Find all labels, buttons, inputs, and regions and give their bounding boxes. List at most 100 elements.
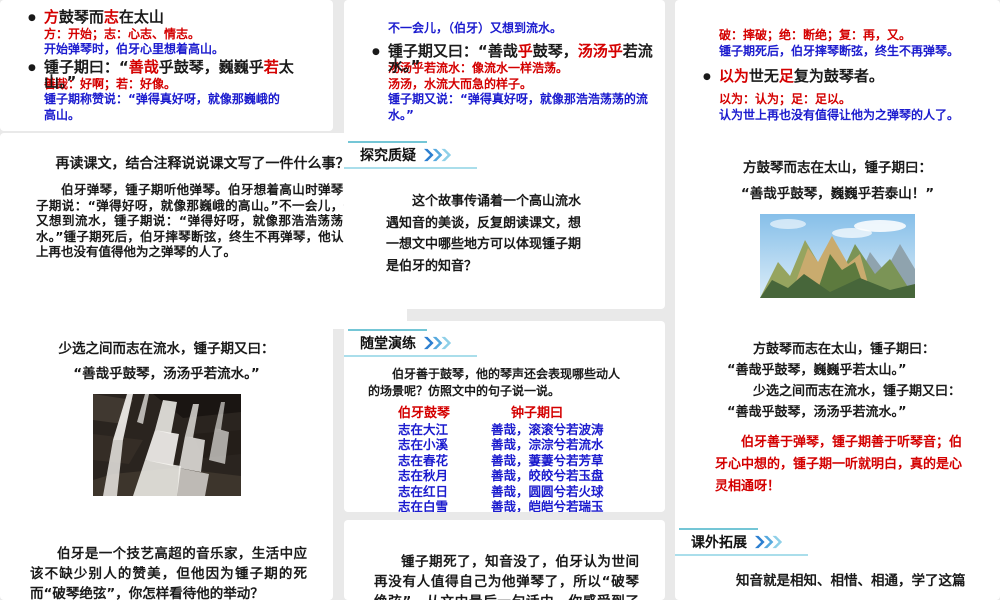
- text-segment: 方鼓琴而志在太山，锺子期曰：: [753, 342, 936, 357]
- slide-summary-quotes[interactable]: 方鼓琴而志在太山，锺子期曰： “善哉乎鼓琴，巍巍乎若太山。” 少选之间而志在流水，锺…: [675, 321, 1000, 530]
- text-segment: 方：开始；志：心志、情志。: [44, 26, 201, 41]
- text-segment: 认为世上再也没有值得让他为之弹琴的人了。: [719, 107, 960, 122]
- slide-content: 伯牙善于鼓琴，他的琴声还会表现哪些动人的场景呢？仿照文中的句子说一说。伯牙鼓琴 钟…: [344, 366, 665, 512]
- text-segment: 鼓琴而: [58, 7, 104, 26]
- text-segment: 伯牙弹琴，锺子期听他弹琴。伯牙想着高山时弹琴，锺子期说：“弹得好呀，就像那巍峨的…: [36, 182, 369, 259]
- table-row: 志在小溪 善哉，淙淙兮若流水: [344, 437, 665, 452]
- text-segment: 世无: [748, 67, 779, 85]
- text-line: 伯牙善于鼓琴，他的琴声还会表现哪些动人的场景呢？仿照文中的句子说一说。: [368, 366, 621, 400]
- text-line: 破：摔破；绝：断绝；复：再，又。: [675, 28, 1000, 44]
- bullet-line: ● 以为世无足复为鼓琴者。: [675, 67, 1000, 86]
- text-segment: 复为鼓琴者。: [793, 67, 884, 85]
- text-segment: 锺子期死了，知音没了，伯牙认为世间再没有人值得自己为他弹琴了，所以“破琴绝弦”。…: [374, 554, 639, 600]
- text-line: 认为世上再也没有值得让他为之弹琴的人了。: [675, 108, 1000, 124]
- overlap-line: 山。” 善哉：好啊；若：好像。: [0, 74, 333, 93]
- slide-annotation-taishan[interactable]: ● 方鼓琴而志在太山 方：开始；志：心志、情志。 开始弹琴时，伯牙心里想着高山。 ● 锺子…: [0, 0, 333, 131]
- slide-mountain-quote[interactable]: 方鼓琴而志在太山，锺子期曰： “善哉乎鼓琴，巍巍乎若泰山！”: [675, 133, 1000, 331]
- table-header: 伯牙鼓琴: [398, 406, 451, 421]
- table-cell: 志在春花: [398, 452, 449, 468]
- slide-content: 方鼓琴而志在太山，锺子期曰： “善哉乎鼓琴，巍巍乎若泰山！”: [675, 155, 1000, 207]
- slide-practice[interactable]: 随堂演练 伯牙善于鼓琴，他的琴声还会表现哪些动人的场景呢？仿照文中的句子说一说。…: [344, 321, 665, 512]
- text-segment: 锺子期又说：“弹得真好呀，就像那浩浩荡荡的流: [388, 92, 648, 106]
- text-line: 锺子期死了，知音没了，伯牙认为世间再没有人值得自己为他弹琴了，所以“破琴绝弦”。…: [374, 552, 639, 600]
- text-segment: 破：摔破；绝：断绝；复：再，又。: [719, 28, 912, 42]
- bullet-icon: ●: [28, 62, 36, 73]
- text-line: 不一会儿，（伯牙）又想到流水。: [344, 21, 665, 37]
- text-line: 汤汤，水流大而急的样子。: [344, 77, 665, 93]
- slide-content: 锺子期死了，知音没了，伯牙认为世间再没有人值得自己为他弹琴了，所以“破琴绝弦”。…: [344, 552, 665, 600]
- text-segment: 伯牙是一个技艺高超的音乐家，生活中应该不缺少别人的赞美，但他因为锺子期的死而“破…: [30, 546, 307, 600]
- text-segment: 方: [43, 7, 59, 26]
- text-segment: 若流: [622, 42, 653, 60]
- table-cell: 善哉，淙淙兮若流水: [491, 437, 604, 453]
- text-segment: 太: [278, 57, 294, 76]
- text-line: 方鼓琴而志在太山，锺子期曰：: [675, 155, 1000, 181]
- badge-label: 课外拓展: [691, 535, 747, 551]
- text-segment: 高山。: [44, 107, 81, 122]
- slide-water-quote[interactable]: 少选之间而志在流水，锺子期又曰： “善哉乎鼓琴，汤汤乎若流水。”: [0, 321, 333, 528]
- table-cell: 志在红日: [398, 483, 449, 499]
- text-line: 水。”: [344, 108, 665, 124]
- text-line: 锺子期又说：“弹得真好呀，就像那浩浩荡荡的流: [344, 92, 665, 108]
- text-line: 伯牙是一个技艺高超的音乐家，生活中应该不缺少别人的赞美，但他因为锺子期的死而“破…: [30, 544, 307, 600]
- text-segment: 若: [263, 57, 279, 76]
- slide-content: 这个故事传诵着一个高山流水遇知音的美谈，反复朗读课文，想一想文中哪些地方可以体现…: [344, 191, 665, 277]
- badge-label: 随堂演练: [360, 336, 416, 352]
- table-header: 钟子期曰: [511, 406, 564, 421]
- table-cell: 志在大江: [398, 422, 449, 437]
- slide-extension[interactable]: 课外拓展 知音就是相知、相惜、相通，学了这篇课文后，你们是怎样看待友情: [675, 520, 1000, 600]
- slide-content: 再读课文，结合注释说说课文写了一件什么事？ 伯牙弹琴，锺子期听他弹琴。伯牙想着高山…: [36, 153, 369, 260]
- text-line: 方：开始；志：心志、情志。: [0, 27, 333, 43]
- table-row: 志在白雪 善哉，皑皑兮若瑞玉: [344, 499, 665, 512]
- slide-content: 方鼓琴而志在太山，锺子期曰： “善哉乎鼓琴，巍巍乎若太山。” 少选之间而志在流水，锺…: [675, 339, 1000, 498]
- text-segment: 鼓琴，: [532, 42, 578, 60]
- call-response-table: 伯牙鼓琴 钟子期曰 志在大江 善哉，滚滚兮若波涛 志在小溪 善哉，淙淙兮若流水 志在春花 善哉…: [344, 405, 665, 512]
- text-line: 锺子期死后，伯牙摔琴断弦，终生不再弹琴。: [675, 44, 1000, 60]
- text-line: 伯牙弹琴，锺子期听他弹琴。伯牙想着高山时弹琴，锺子期说：“弹得好呀，就像那巍峨的…: [36, 182, 369, 260]
- bullet-icon: ●: [28, 12, 36, 23]
- slide-content: ● 方鼓琴而志在太山 方：开始；志：心志、情志。 开始弹琴时，伯牙心里想着高山。 ● 锺子…: [0, 8, 333, 124]
- text-segment: 以为: [718, 67, 749, 85]
- slide-discussion-last-sentence[interactable]: 锺子期死了，知音没了，伯牙认为世间再没有人值得自己为他弹琴了，所以“破琴绝弦”。…: [344, 520, 665, 600]
- table-header-row: 伯牙鼓琴 钟子期曰: [344, 405, 665, 422]
- section-badge: 探究质疑: [344, 141, 477, 169]
- text-line: 伯牙善于弹琴，锺子期善于听琴音；伯牙心中想的，锺子期一听就明白，真的是心灵相通呀…: [675, 432, 1000, 498]
- slide-title: 再读课文，结合注释说说课文写了一件什么事？: [36, 153, 369, 173]
- slide-explore-question[interactable]: 探究质疑 这个故事传诵着一个高山流水遇知音的美谈，反复朗读课文，想一想文中哪些地…: [344, 133, 665, 309]
- bullet-line: ● 方鼓琴而志在太山: [0, 8, 333, 27]
- text-line: 高山。: [0, 108, 333, 124]
- text-line: 少选之间而志在流水，锺子期又曰：: [0, 337, 333, 362]
- text-segment: 乎: [517, 42, 533, 60]
- text-line: 少选之间而志在流水，锺子期又曰：: [675, 381, 1000, 402]
- text-segment: 在太山: [118, 7, 164, 26]
- slide-content: 破：摔破；绝：断绝；复：再，又。锺子期死后，伯牙摔琴断弦，终生不再弹琴。 ● 以为世…: [675, 28, 1000, 123]
- overlap-line: 水。” 汤汤乎若流水：像流水一样浩荡。: [344, 58, 665, 77]
- bullet-text: 方鼓琴而志在太山: [44, 8, 164, 27]
- slide-annotation-break-qin[interactable]: 破：摔破；绝：断绝；复：再，又。锺子期死后，伯牙摔琴断弦，终生不再弹琴。 ● 以为世…: [675, 0, 1000, 149]
- text-segment: 锺子期称赞说：“弹得真好呀，就像那巍峨的: [44, 92, 280, 106]
- waterfall-photo: [0, 394, 333, 496]
- triple-chevron-icon: [755, 535, 783, 549]
- table-cell: 善哉，滚滚兮若波涛: [491, 422, 604, 437]
- text-line: “善哉乎鼓琴，汤汤乎若流水。”: [0, 362, 333, 387]
- text-segment: “善哉乎鼓琴，汤汤乎若流水。”: [73, 366, 260, 382]
- slide-grid-page: ● 方鼓琴而志在太山 方：开始；志：心志、情志。 开始弹琴时，伯牙心里想着高山。 ● 锺子…: [0, 0, 1000, 600]
- text-segment: 汤汤，水流大而急的样子。: [388, 76, 533, 91]
- table-row: 志在春花 善哉，萋萋兮若芳草: [344, 453, 665, 468]
- slide-content: 伯牙是一个技艺高超的音乐家，生活中应该不缺少别人的赞美，但他因为锺子期的死而“破…: [0, 544, 333, 600]
- text-segment: 汤汤乎: [577, 42, 623, 60]
- table-row: 志在秋月 善哉，皎皎兮若玉盘: [344, 468, 665, 483]
- slide-annotation-liushui[interactable]: 不一会儿，（伯牙）又想到流水。 ● 锺子期又曰：“善哉乎鼓琴，汤汤乎若流 水。” 汤汤乎…: [344, 0, 665, 141]
- slide-discussion-break-strings[interactable]: 伯牙是一个技艺高超的音乐家，生活中应该不缺少别人的赞美，但他因为锺子期的死而“破…: [0, 520, 333, 600]
- table-row: 志在大江 善哉，滚滚兮若波涛: [344, 422, 665, 437]
- text-line: 开始弹琴时，伯牙心里想着高山。: [0, 42, 333, 58]
- table-cell: 善哉，皑皑兮若瑞玉: [491, 499, 604, 512]
- text-segment: “善哉乎鼓琴，巍巍乎若泰山！”: [740, 186, 935, 202]
- text-segment: 足: [778, 67, 794, 85]
- text-segment: 知音就是相知、相惜、相通，学了这篇课文后，你们是怎样看待友情: [736, 573, 966, 589]
- text-line: 方鼓琴而志在太山，锺子期曰：: [675, 339, 1000, 360]
- mountain-photo: [675, 214, 1000, 298]
- text-segment: 再读课文，结合注释说说课文写了一件什么事？: [55, 156, 350, 172]
- text-segment: 这个故事传诵着一个高山流水遇知音的美谈，反复朗读课文，想一想文中哪些地方可以体现…: [386, 194, 582, 274]
- text-line: 这个故事传诵着一个高山流水遇知音的美谈，反复朗读课文，想一想文中哪些地方可以体现…: [386, 191, 593, 277]
